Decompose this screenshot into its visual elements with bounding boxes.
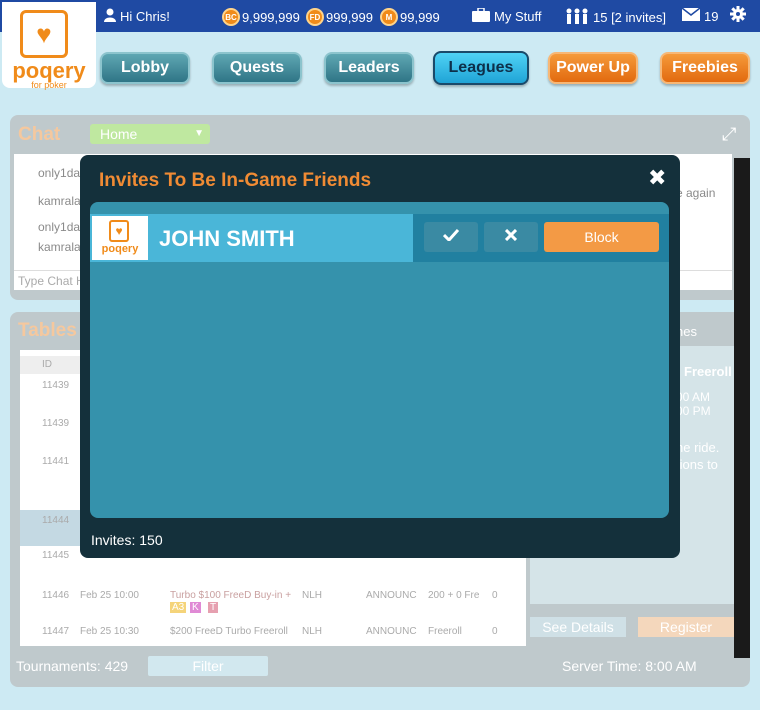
row-game: NLH bbox=[302, 626, 323, 637]
filter-button[interactable]: Filter bbox=[148, 656, 268, 676]
row-id: 11445 bbox=[42, 550, 70, 561]
invite-profile: ♥ poqery JOHN SMITH bbox=[90, 214, 413, 262]
detail-time: 00 AM bbox=[676, 390, 711, 404]
nav-leaders-button[interactable]: Leaders bbox=[324, 52, 414, 84]
close-icon[interactable]: ✖ bbox=[648, 165, 666, 191]
friends-icon bbox=[565, 8, 589, 27]
detail-text: he ride. bbox=[676, 440, 720, 455]
row-name: Turbo $100 FreeD Buy-in + bbox=[170, 590, 292, 601]
row-id: 11441 bbox=[42, 456, 70, 467]
row-name: $200 FreeD Turbo Freeroll bbox=[170, 626, 288, 637]
decline-invite-button[interactable] bbox=[484, 222, 538, 252]
see-details-button[interactable]: See Details bbox=[530, 617, 626, 637]
row-id: 11446 bbox=[42, 590, 70, 601]
chat-title: Chat bbox=[18, 124, 61, 145]
chevron-down-icon: ▼ bbox=[194, 128, 204, 139]
chat-line: kamrala bbox=[38, 240, 81, 254]
user-icon bbox=[104, 8, 116, 25]
tables-title: Tables bbox=[18, 320, 77, 341]
currency-bc: BC 9,999,999 bbox=[222, 8, 300, 26]
register-button[interactable]: Register bbox=[638, 617, 734, 637]
tournaments-count: Tournaments: 429 bbox=[16, 658, 129, 674]
nav-leagues-button[interactable]: Leagues bbox=[433, 51, 529, 85]
nav-quests-button[interactable]: Quests bbox=[212, 52, 302, 84]
detail-title: Freeroll bbox=[684, 364, 732, 379]
my-stuff-label: My Stuff bbox=[494, 9, 542, 24]
friends-link[interactable]: 15 [2 invites] bbox=[565, 8, 666, 27]
vertical-scrollbar[interactable] bbox=[734, 158, 750, 658]
row-fee: Freeroll bbox=[428, 626, 462, 637]
greeting-text: Hi Chris! bbox=[120, 9, 170, 24]
m-amount: 99,999 bbox=[400, 9, 440, 25]
chat-room-select[interactable]: Home ▼ bbox=[90, 124, 210, 144]
invite-row: ♥ poqery JOHN SMITH Block bbox=[90, 214, 669, 262]
currency-m: M 99,999 bbox=[380, 8, 440, 26]
chat-line: only1da bbox=[38, 220, 81, 234]
tag-badge: T bbox=[208, 602, 219, 613]
invites-list: ♥ poqery JOHN SMITH Block bbox=[90, 202, 669, 518]
row-id: 11444 bbox=[42, 515, 70, 526]
friends-count: 15 [2 invites] bbox=[593, 10, 666, 25]
tag-badge: K bbox=[190, 602, 201, 613]
id-header[interactable]: ID bbox=[42, 359, 52, 370]
row-status: ANNOUNC bbox=[366, 626, 417, 637]
user-greeting[interactable]: Hi Chris! bbox=[104, 8, 170, 25]
avatar: ♥ poqery bbox=[92, 216, 148, 260]
accept-invite-button[interactable] bbox=[424, 222, 478, 252]
settings-button[interactable] bbox=[730, 6, 746, 25]
row-date: Feb 25 10:00 bbox=[80, 590, 139, 601]
poqery-logo[interactable]: ♥ poqery for poker bbox=[2, 2, 96, 90]
detail-time: 00 PM bbox=[676, 404, 711, 418]
card-logo-icon: ♥ bbox=[109, 220, 129, 242]
chat-room-label: Home bbox=[100, 126, 138, 142]
fd-amount: 999,999 bbox=[326, 9, 373, 25]
invites-count: Invites: 150 bbox=[91, 532, 163, 548]
detail-text: tions to bbox=[676, 457, 718, 472]
nav-powerup-button[interactable]: Power Up bbox=[548, 52, 638, 84]
row-fee: 200 + 0 Fre bbox=[428, 590, 480, 601]
row-date: Feb 25 10:30 bbox=[80, 626, 139, 637]
chat-line: kamrala bbox=[38, 194, 81, 208]
server-time: Server Time: 8:00 AM bbox=[562, 658, 697, 674]
tag-badge: A3 bbox=[170, 602, 187, 613]
envelope-icon bbox=[681, 7, 701, 24]
checkmark-icon bbox=[442, 228, 460, 246]
bc-coin-icon: BC bbox=[222, 8, 240, 26]
card-logo-icon: ♥ bbox=[20, 10, 68, 58]
row-id: 11447 bbox=[42, 626, 70, 637]
dialog-title: Invites To Be In-Game Friends bbox=[99, 170, 372, 191]
row-status: ANNOUNC bbox=[366, 590, 417, 601]
briefcase-icon bbox=[472, 7, 490, 25]
row-game: NLH bbox=[302, 590, 323, 601]
bc-amount: 9,999,999 bbox=[242, 9, 300, 25]
invite-name: JOHN SMITH bbox=[159, 226, 295, 251]
messages-link[interactable]: 19 bbox=[681, 7, 719, 24]
messages-count: 19 bbox=[704, 8, 719, 24]
my-stuff-link[interactable]: My Stuff bbox=[472, 7, 542, 25]
logo-tagline: for poker bbox=[31, 80, 67, 90]
nav-lobby-button[interactable]: Lobby bbox=[100, 52, 190, 84]
close-icon bbox=[504, 228, 518, 246]
gear-icon bbox=[730, 6, 746, 25]
row-id: 11439 bbox=[42, 418, 70, 429]
chat-line-fragment: e again bbox=[676, 186, 716, 200]
friend-invites-dialog: Invites To Be In-Game Friends ✖ ♥ poqery… bbox=[80, 155, 680, 558]
m-coin-icon: M bbox=[380, 8, 398, 26]
block-user-button[interactable]: Block bbox=[544, 222, 659, 252]
row-id: 11439 bbox=[42, 380, 70, 391]
currency-fd: FD 999,999 bbox=[306, 8, 373, 26]
avatar-logo-name: poqery bbox=[101, 243, 139, 255]
row-count: 0 bbox=[492, 626, 498, 637]
nav-freebies-button[interactable]: Freebies bbox=[660, 52, 750, 84]
fd-coin-icon: FD bbox=[306, 8, 324, 26]
chat-line: only1da bbox=[38, 166, 81, 180]
row-count: 0 bbox=[492, 590, 498, 601]
expand-icon[interactable]: ⤢ bbox=[722, 124, 736, 145]
top-bar: Hi Chris! BC 9,999,999 FD 999,999 M 99,9… bbox=[0, 0, 760, 32]
